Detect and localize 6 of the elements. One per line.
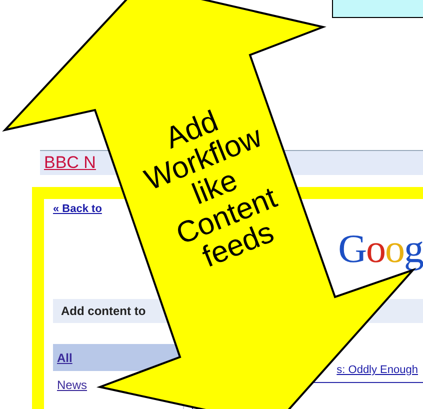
logo-text: Goog	[338, 229, 423, 269]
site-title-link[interactable]: BBC N	[44, 153, 96, 173]
feed-link[interactable]: s: Oddly Enough	[336, 364, 418, 376]
back-link[interactable]: « Back to	[53, 203, 102, 215]
category-link[interactable]: News	[53, 371, 92, 398]
panel-title: Add content to	[61, 304, 146, 318]
